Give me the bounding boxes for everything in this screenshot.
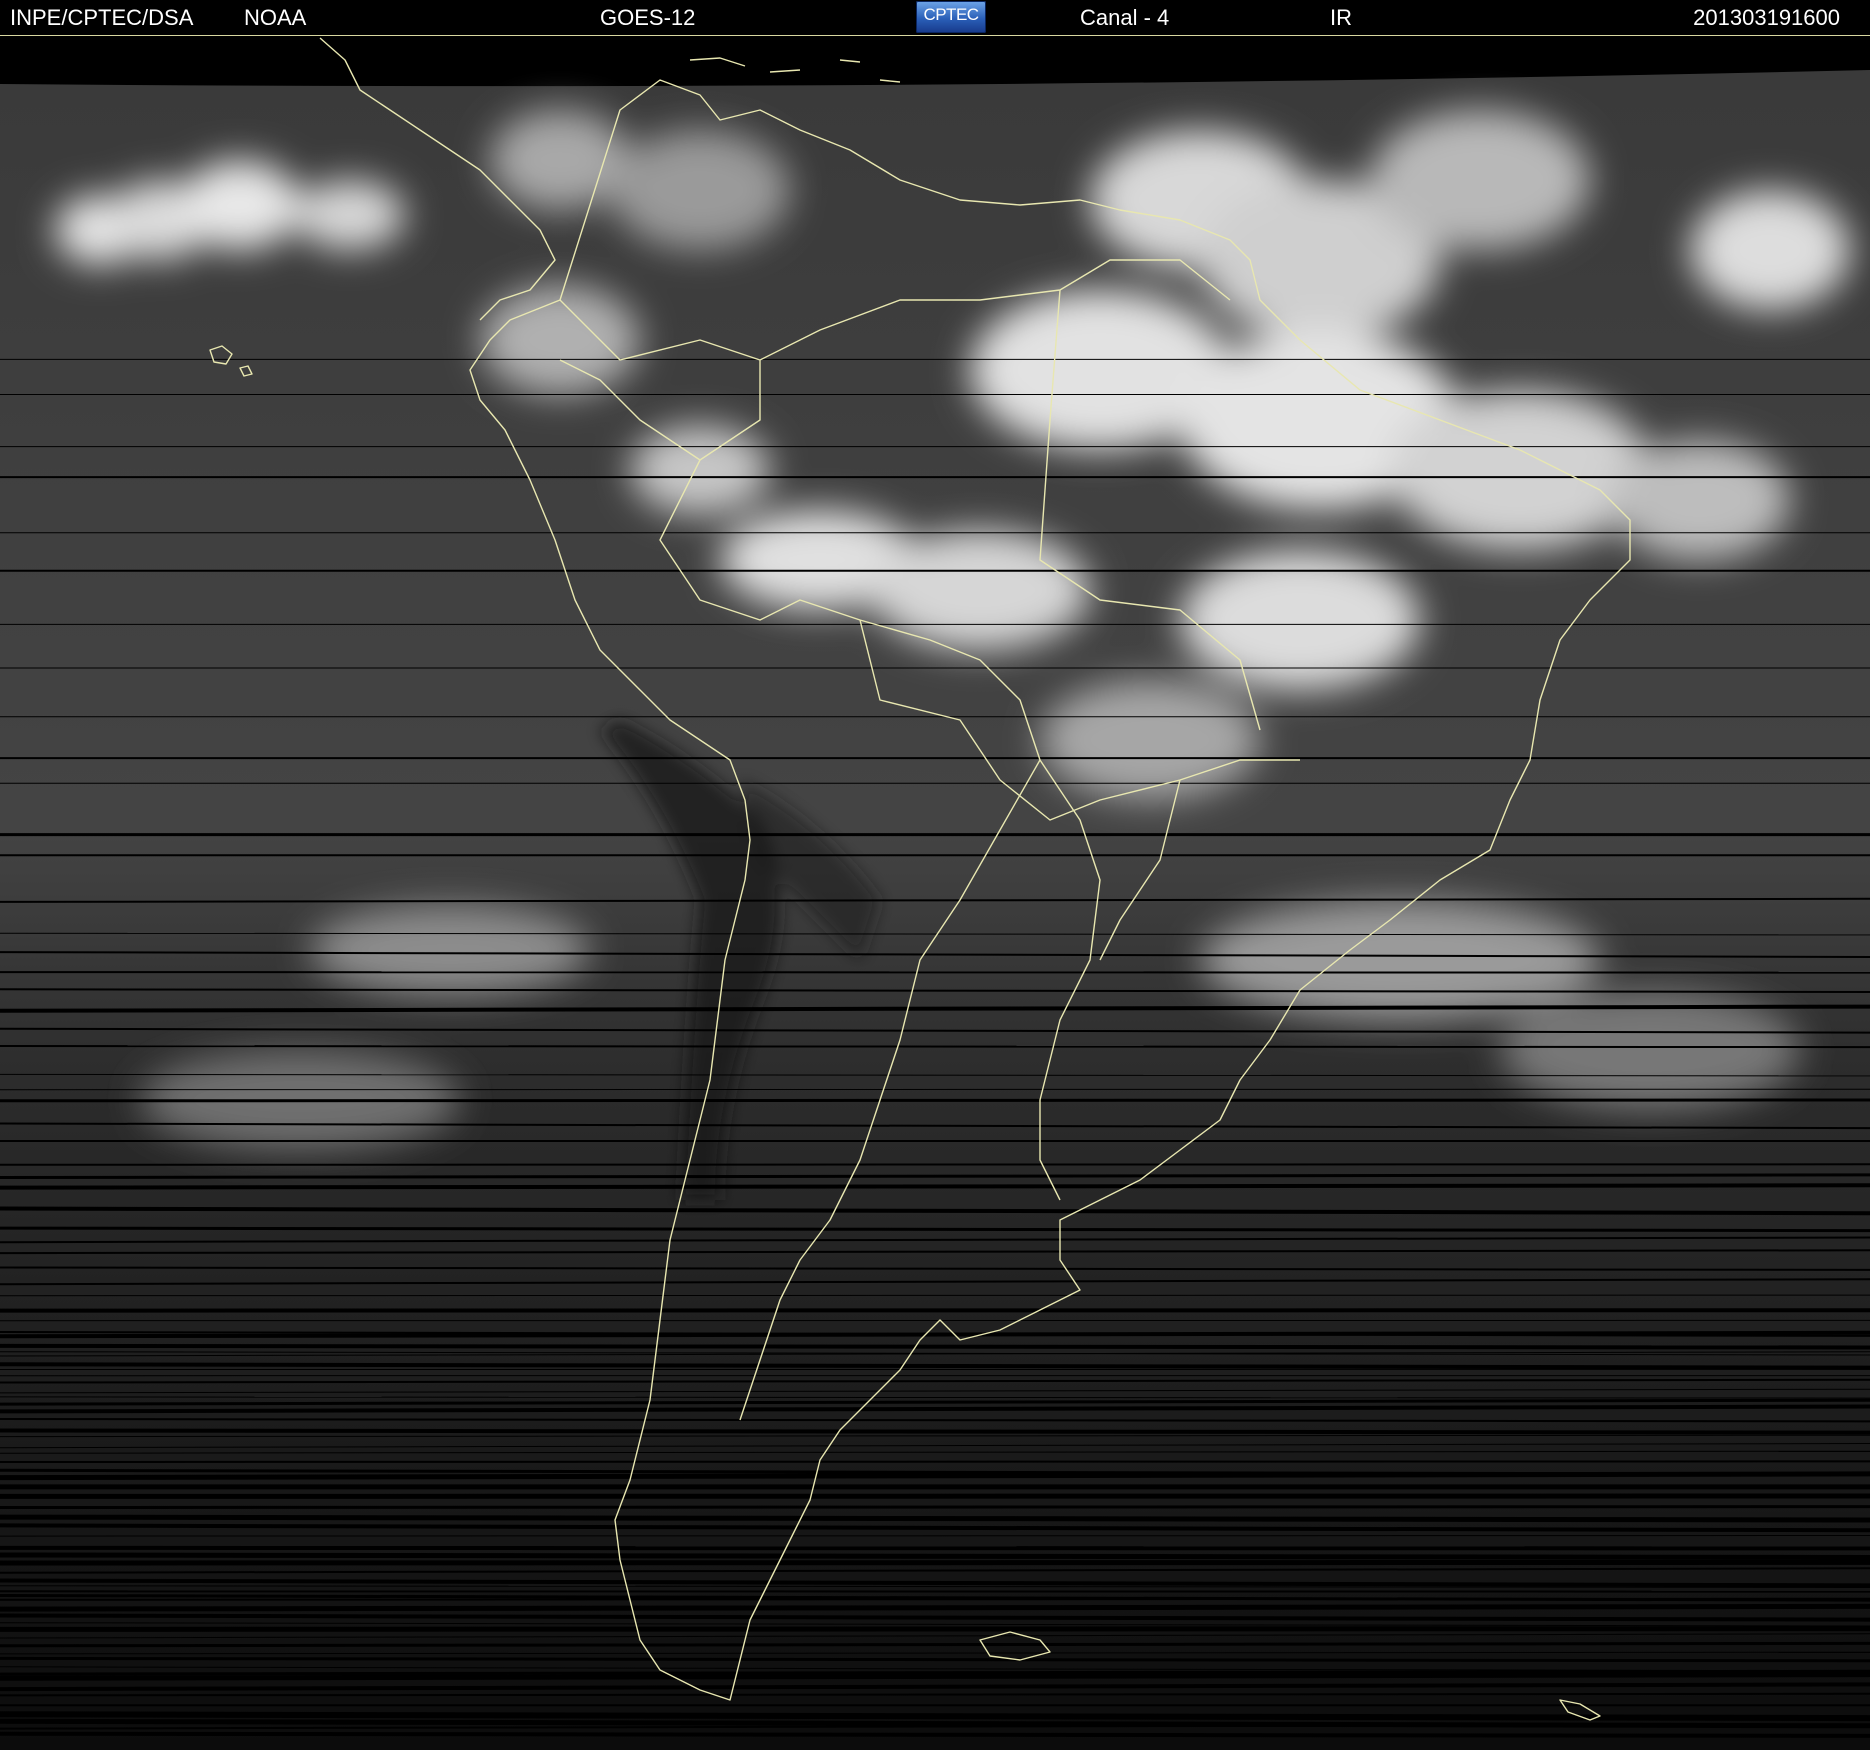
timestamp-label: 201303191600 [1693, 5, 1840, 30]
scan-line [0, 1183, 1870, 1190]
satellite-ir-image [0, 36, 1870, 1750]
scan-line [0, 971, 1870, 974]
scan-line [0, 1626, 1870, 1632]
scan-line [0, 1428, 1870, 1435]
scan-line [0, 1163, 1870, 1166]
scan-line [0, 1088, 1870, 1091]
scan-line [0, 1597, 1870, 1601]
scan-line [0, 1505, 1870, 1509]
scan-line [0, 1559, 1870, 1566]
scan-line [0, 1535, 1870, 1537]
channel-label: Canal - 4 [1080, 5, 1170, 30]
scan-line [0, 1552, 1870, 1560]
scan-line [0, 1045, 1870, 1049]
scan-line [0, 1514, 1870, 1523]
cptec-logo: CPTEC [916, 1, 986, 33]
scan-line [0, 1711, 1870, 1722]
scan-line [0, 1731, 1870, 1738]
scan-line [0, 1098, 1870, 1103]
cptec-logo-text: CPTEC [923, 5, 979, 24]
scan-line [0, 1603, 1870, 1612]
source-label: INPE/CPTEC/DSA [10, 5, 194, 30]
scan-line [0, 1460, 1870, 1463]
band-label: IR [1330, 5, 1352, 30]
satellite-image-viewer: INPE/CPTEC/DSA NOAA GOES-12 CPTEC Canal … [0, 0, 1870, 1750]
scan-line [0, 1343, 1870, 1350]
scan-line [0, 1545, 1870, 1551]
satellite-label: GOES-12 [600, 5, 696, 30]
scan-line [0, 1294, 1870, 1297]
header-bar: INPE/CPTEC/DSA NOAA GOES-12 CPTEC Canal … [0, 0, 1870, 36]
agency-label: NOAA [244, 5, 307, 30]
